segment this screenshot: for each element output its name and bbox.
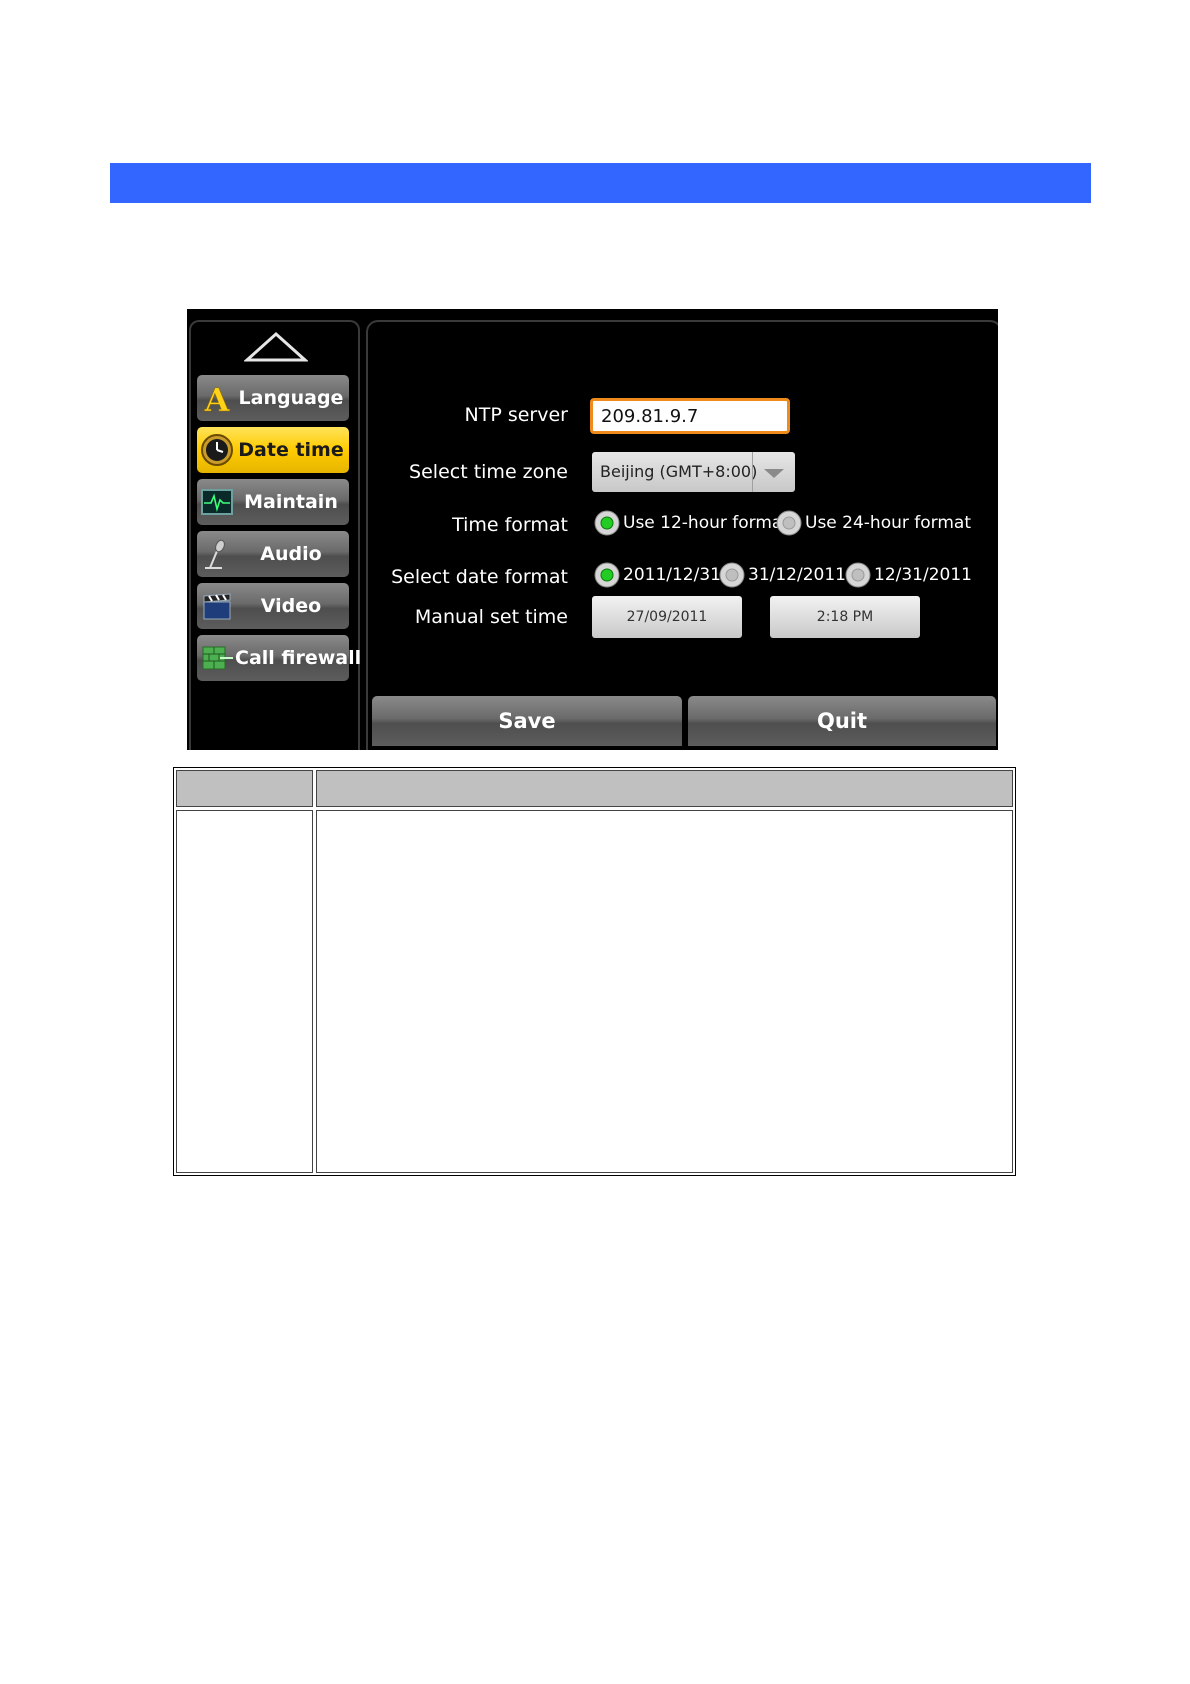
svg-text:A: A [204, 381, 231, 415]
sidebar-item-date-time[interactable]: Date time [197, 427, 349, 473]
table-cell [316, 810, 1013, 1173]
triangle-up-icon[interactable] [244, 331, 308, 363]
ntp-server-input[interactable] [590, 398, 790, 434]
radio-date-dmy-label: 31/12/2011 [748, 565, 846, 585]
microphone-icon [205, 539, 225, 569]
radio-date-ymd-label: 2011/12/31 [623, 565, 721, 585]
sidebar-item-language[interactable]: A Language [197, 375, 349, 421]
description-table [173, 767, 1016, 1176]
chevron-down-icon [764, 469, 784, 478]
firewall-icon [202, 646, 233, 670]
time-format-label: Time format [452, 514, 568, 536]
ntp-server-label: NTP server [464, 404, 568, 426]
radio-24-hour-label: Use 24-hour format [805, 513, 971, 533]
sidebar-item-label: Call firewall [235, 647, 362, 669]
language-a-icon: A [203, 381, 231, 415]
time-zone-value: Beijing (GMT+8:00) [600, 462, 758, 481]
sidebar-item-call-firewall[interactable]: Call firewall [197, 635, 362, 681]
sidebar-item-audio[interactable]: Audio [197, 531, 349, 577]
clapperboard-icon [203, 593, 231, 620]
sidebar-item-video[interactable]: Video [197, 583, 349, 629]
sidebar-item-maintain[interactable]: Maintain [197, 479, 349, 525]
date-time-panel: NTP server Select time zone Beijing (GMT… [366, 320, 998, 750]
table-cell [176, 810, 313, 1173]
dropdown-toggle[interactable] [752, 452, 795, 492]
quit-button[interactable]: Quit [688, 696, 996, 746]
manual-time-button[interactable]: 2:18 PM [770, 596, 920, 638]
radio-12-hour-selected[interactable] [594, 510, 620, 536]
radio-date-dmy[interactable] [719, 562, 745, 588]
time-zone-dropdown[interactable]: Beijing (GMT+8:00) [592, 452, 795, 492]
time-zone-label: Select time zone [409, 461, 568, 483]
radio-date-ymd-selected[interactable] [594, 562, 620, 588]
header-bar [110, 163, 1091, 203]
table-header-cell [316, 770, 1013, 807]
manual-date-button[interactable]: 27/09/2011 [592, 596, 742, 638]
date-format-label: Select date format [391, 566, 568, 588]
radio-12-hour-label: Use 12-hour format [623, 513, 789, 533]
radio-date-mdy-label: 12/31/2011 [874, 565, 972, 585]
table-header-cell [176, 770, 313, 807]
radio-24-hour[interactable] [776, 510, 802, 536]
radio-date-mdy[interactable] [845, 562, 871, 588]
save-button[interactable]: Save [372, 696, 682, 746]
heartbeat-monitor-icon [201, 489, 233, 515]
device-screenshot: A Language Date time Maintain Audio Vide… [187, 309, 998, 750]
clock-icon [201, 434, 233, 466]
manual-set-time-label: Manual set time [414, 606, 568, 628]
